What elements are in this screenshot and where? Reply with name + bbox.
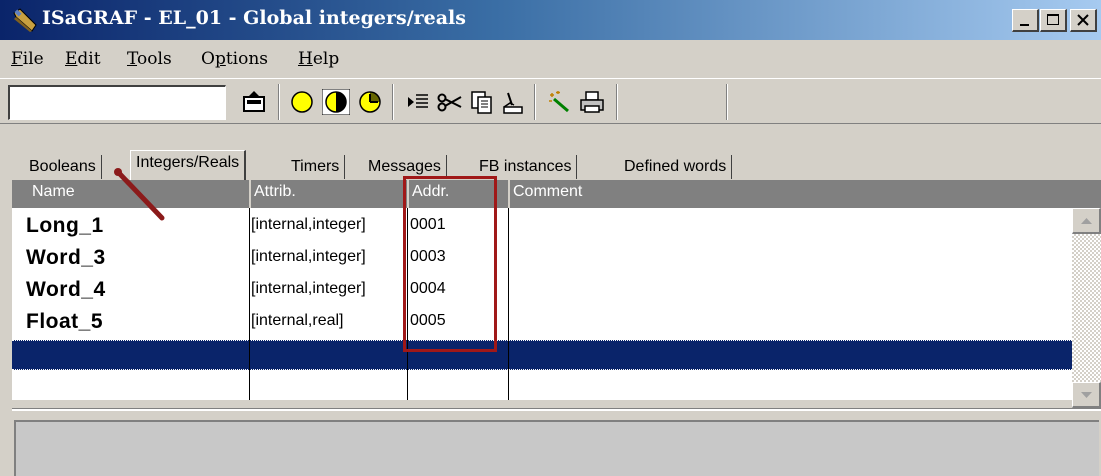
- tab-timers[interactable]: Timers: [286, 155, 346, 179]
- menu-options[interactable]: Options: [201, 49, 268, 69]
- cut-icon[interactable]: [436, 89, 464, 115]
- column-divider[interactable]: [249, 180, 251, 208]
- menu-bar: File Edit Tools Options Help: [0, 40, 1101, 78]
- minimize-icon: [1020, 24, 1029, 26]
- insert-lines-icon[interactable]: [404, 89, 432, 115]
- print-icon[interactable]: [578, 89, 606, 115]
- column-separator: [508, 208, 509, 400]
- selected-empty-row[interactable]: [12, 340, 1072, 370]
- column-header-attrib[interactable]: Attrib.: [254, 183, 296, 201]
- close-icon: [1077, 14, 1089, 26]
- paste-icon[interactable]: [500, 89, 528, 115]
- copy-icon[interactable]: [468, 89, 496, 115]
- toolbar: [0, 78, 1101, 124]
- menu-file[interactable]: File: [11, 49, 44, 69]
- table-row[interactable]: Word_4 [internal,integer] 0004: [12, 276, 1072, 308]
- window-title: ISaGRAF - EL_01 - Global integers/reals: [42, 7, 466, 29]
- tab-defined-words[interactable]: Defined words: [619, 155, 733, 179]
- toolbar-separator: [534, 84, 536, 120]
- scroll-up-arrow-icon: [1081, 218, 1092, 224]
- maximize-icon: [1047, 14, 1059, 25]
- minimize-button[interactable]: [1012, 9, 1039, 32]
- variable-list[interactable]: Long_1 [internal,integer] 0001 Word_3 [i…: [12, 208, 1072, 400]
- table-row[interactable]: Float_5 [internal,real] 0005: [12, 308, 1072, 340]
- table-row[interactable]: Long_1 [internal,integer] 0001: [12, 212, 1072, 244]
- list-header: Name Attrib. Addr. Comment: [12, 180, 1101, 208]
- toolbar-separator: [616, 84, 618, 120]
- cell-attrib: [internal,real]: [251, 312, 344, 329]
- scroll-up-button[interactable]: [1072, 208, 1101, 234]
- scroll-down-arrow-icon: [1081, 392, 1092, 398]
- magic-wand-icon[interactable]: [546, 89, 574, 115]
- table-row[interactable]: Word_3 [internal,integer] 0003: [12, 244, 1072, 276]
- cell-attrib: [internal,integer]: [251, 248, 366, 265]
- menu-tools[interactable]: Tools: [127, 49, 172, 69]
- list-bottom-border: [12, 408, 1101, 411]
- toolbar-separator: [392, 84, 394, 120]
- cell-name: Word_3: [26, 246, 106, 269]
- scroll-track[interactable]: [1072, 234, 1101, 382]
- column-header-name[interactable]: Name: [32, 183, 75, 201]
- status-panel: [14, 420, 1099, 476]
- column-separator: [249, 208, 250, 400]
- menu-help[interactable]: Help: [298, 49, 339, 69]
- scroll-down-button[interactable]: [1072, 382, 1101, 408]
- column-header-comment[interactable]: Comment: [513, 183, 582, 201]
- circle-half-icon[interactable]: [321, 88, 351, 116]
- vertical-scrollbar[interactable]: [1072, 208, 1101, 408]
- menu-edit[interactable]: Edit: [65, 49, 101, 69]
- toolbar-separator: [726, 84, 728, 120]
- column-divider[interactable]: [508, 180, 510, 208]
- export-icon[interactable]: [240, 89, 268, 115]
- cell-attrib: [internal,integer]: [251, 216, 366, 233]
- title-bar[interactable]: ISaGRAF - EL_01 - Global integers/reals: [0, 0, 1101, 40]
- toolbar-separator: [278, 84, 280, 120]
- circle-quarter-icon[interactable]: [356, 89, 384, 115]
- addr-column-highlight-box: [403, 176, 497, 352]
- tab-integers-reals[interactable]: Integers/Reals: [130, 150, 247, 180]
- circle-empty-icon[interactable]: [288, 89, 316, 115]
- close-button[interactable]: [1070, 9, 1097, 32]
- cell-attrib: [internal,integer]: [251, 280, 366, 297]
- cell-name: Long_1: [26, 214, 104, 237]
- toolbar-text-field[interactable]: [8, 85, 226, 120]
- tab-booleans[interactable]: Booleans: [24, 155, 102, 179]
- maximize-button[interactable]: [1040, 9, 1067, 32]
- cell-name: Float_5: [26, 310, 104, 333]
- isagraf-app-icon[interactable]: [12, 7, 38, 33]
- cell-name: Word_4: [26, 278, 106, 301]
